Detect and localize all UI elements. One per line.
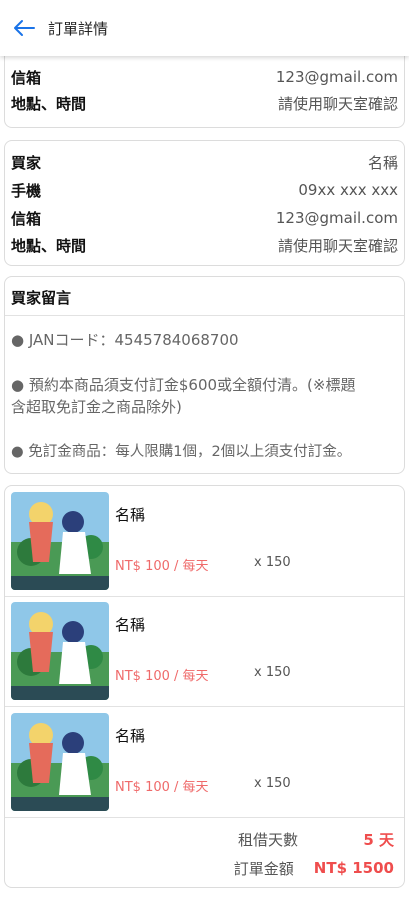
order-item[interactable]: 名稱 NT$ 100 / 每天 x 150: [5, 707, 404, 817]
arrow-left-icon: [14, 20, 35, 36]
seller-email-label: 信箱: [11, 68, 42, 87]
item-name: 名稱: [115, 727, 146, 745]
buyer-place-label: 地點、時間: [11, 236, 87, 255]
item-quantity: x 150: [254, 555, 291, 570]
page-title: 訂單詳情: [48, 19, 109, 38]
message-line-jan: ● JANコード：4545784068700: [11, 331, 239, 349]
buyer-message-title: 買家留言: [11, 289, 72, 307]
buyer-name-label: 買家: [11, 153, 42, 172]
order-items-card: 名稱 NT$ 100 / 每天 x 150 名稱 NT$ 100 / 每天 x …: [4, 485, 405, 888]
item-price: NT$ 100 / 每天: [115, 559, 209, 574]
seller-place-value: 請使用聊天室確認: [277, 94, 398, 113]
order-detail-scroll[interactable]: 信箱 123@gmail.com 地點、時間 請使用聊天室確認 買家 名稱 手機…: [0, 56, 409, 909]
order-item[interactable]: 名稱 NT$ 100 / 每天 x 150: [5, 596, 404, 706]
buyer-name-row: 買家 名稱: [11, 150, 398, 174]
rental-days-value: 5 天: [363, 830, 394, 849]
buyer-email-label: 信箱: [11, 209, 42, 228]
message-line-deposit-cont: 含超取免訂金之商品除外): [11, 398, 182, 416]
buyer-info-card: 買家 名稱 手機 09xx xxx xxx 信箱 123@gmail.com 地…: [4, 140, 405, 266]
buyer-email-value: 123@gmail.com: [275, 209, 398, 227]
seller-email-value: 123@gmail.com: [275, 68, 398, 86]
item-quantity: x 150: [254, 665, 291, 680]
seller-email-row: 信箱 123@gmail.com: [11, 65, 398, 89]
product-thumbnail: [11, 492, 109, 590]
app-header: 訂單詳情: [0, 0, 409, 56]
item-name: 名稱: [115, 616, 146, 634]
rental-days-label: 租借天數: [237, 830, 298, 849]
message-line-no-deposit: ● 免訂金商品：每人限購1個，2個以上須支付訂金。: [11, 444, 352, 460]
buyer-name-value: 名稱: [367, 153, 398, 172]
buyer-phone-row: 手機 09xx xxx xxx: [11, 178, 398, 202]
buyer-place-row: 地點、時間 請使用聊天室確認: [11, 233, 398, 257]
message-line-deposit: ● 預約本商品須支付訂金$600或全額付清。(※標題: [11, 376, 356, 394]
back-button[interactable]: [0, 0, 48, 56]
buyer-phone-value: 09xx xxx xxx: [298, 181, 398, 199]
item-price: NT$ 100 / 每天: [115, 780, 209, 795]
divider: [5, 315, 404, 316]
order-total-value: NT$ 1500: [313, 859, 394, 877]
rental-days-row: 租借天數 5 天: [238, 826, 394, 852]
seller-info-card: 信箱 123@gmail.com 地點、時間 請使用聊天室確認: [4, 56, 405, 128]
order-item[interactable]: 名稱 NT$ 100 / 每天 x 150: [5, 486, 404, 596]
product-thumbnail: [11, 602, 109, 700]
divider: [5, 817, 404, 818]
item-price: NT$ 100 / 每天: [115, 669, 209, 684]
buyer-email-row: 信箱 123@gmail.com: [11, 206, 398, 230]
order-total-label: 訂單金額: [233, 859, 294, 878]
order-total-row: 訂單金額 NT$ 1500: [234, 855, 394, 881]
item-name: 名稱: [115, 506, 146, 524]
buyer-place-value: 請使用聊天室確認: [277, 236, 398, 255]
item-quantity: x 150: [254, 776, 291, 791]
product-thumbnail: [11, 713, 109, 811]
seller-place-row: 地點、時間 請使用聊天室確認: [11, 91, 398, 115]
buyer-message-card: 買家留言 ● JANコード：4545784068700 ● 預約本商品須支付訂金…: [4, 276, 405, 474]
buyer-phone-label: 手機: [11, 181, 42, 200]
seller-place-label: 地點、時間: [11, 94, 87, 113]
